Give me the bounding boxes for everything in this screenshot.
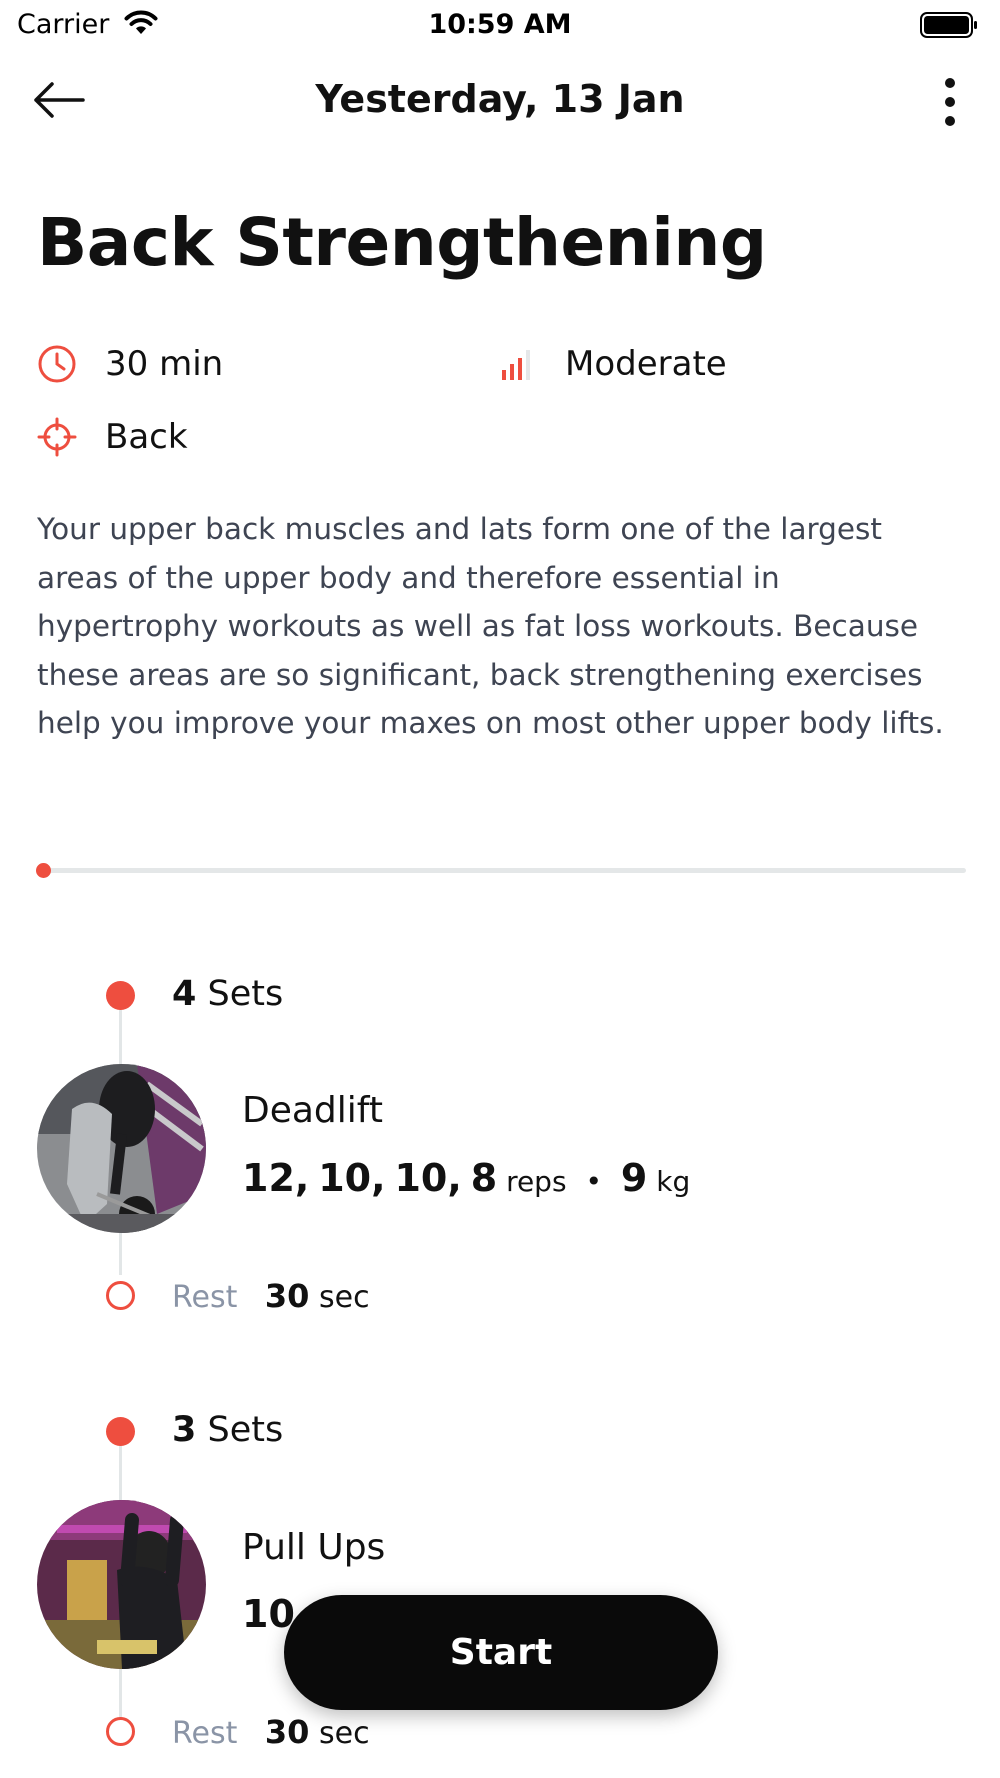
rest-value: 30	[264, 1713, 310, 1751]
workout-progress-track	[40, 868, 966, 873]
difficulty-text: Moderate	[565, 344, 727, 384]
rest-row: Rest 30 sec	[172, 1277, 370, 1315]
weight-unit: kg	[656, 1165, 691, 1198]
target-meta: Back	[37, 417, 188, 457]
rest-unit: sec	[318, 1716, 370, 1751]
reps-value: 10	[318, 1156, 372, 1200]
sets-label: 4 Sets	[172, 974, 283, 1014]
sets-count: 4	[172, 974, 197, 1014]
separator-dot: •	[585, 1165, 602, 1198]
rest-timeline-dot	[106, 1281, 135, 1310]
target-text: Back	[105, 417, 188, 457]
sets-count: 3	[172, 1410, 197, 1450]
reps-value: 12	[242, 1156, 295, 1200]
timeline-dot	[106, 1417, 135, 1446]
exercise-thumbnail-pull-ups[interactable]	[37, 1500, 206, 1669]
more-vertical-icon	[945, 78, 955, 126]
reps-value: 10	[242, 1592, 295, 1636]
sets-text: Sets	[207, 974, 284, 1014]
rest-row: Rest 30 sec	[172, 1713, 370, 1751]
difficulty-meta: Moderate	[497, 344, 727, 384]
deadlift-photo	[37, 1064, 206, 1233]
exercise-detail: 12, 10, 10, 8 reps • 9 kg	[242, 1156, 691, 1200]
exercise-thumbnail-deadlift[interactable]	[37, 1064, 206, 1233]
pull-ups-photo	[37, 1500, 206, 1669]
reps-unit: reps	[506, 1165, 567, 1198]
workout-description: Your upper back muscles and lats form on…	[37, 512, 944, 740]
exercise-name: Deadlift	[242, 1090, 383, 1131]
reps-value: 8	[470, 1156, 498, 1200]
timeline-dot	[106, 981, 135, 1010]
rest-unit: sec	[318, 1280, 370, 1315]
rest-value: 30	[264, 1277, 310, 1315]
navigation-bar: Yesterday, 13 Jan	[0, 60, 1000, 140]
duration-meta: 30 min	[37, 344, 223, 384]
rest-timeline-dot	[106, 1717, 135, 1746]
exercise-detail: 10	[242, 1592, 295, 1636]
workout-progress-indicator	[36, 863, 51, 878]
weight-value: 9	[620, 1156, 648, 1200]
status-bar: Carrier 10:59 AM	[0, 0, 1000, 50]
status-time: 10:59 AM	[428, 9, 572, 40]
workout-title: Back Strengthening	[37, 204, 767, 281]
duration-text: 30 min	[105, 344, 224, 384]
sets-text: Sets	[207, 1410, 284, 1450]
rest-label: Rest	[172, 1280, 238, 1315]
reps-value: 10	[394, 1156, 448, 1200]
exercise-name: Pull Ups	[242, 1527, 386, 1568]
signal-bars-icon	[497, 344, 537, 384]
sets-label: 3 Sets	[172, 1410, 283, 1450]
crosshair-icon	[37, 417, 77, 457]
nav-title: Yesterday, 13 Jan	[315, 77, 685, 121]
start-button[interactable]: Start	[284, 1595, 718, 1710]
battery-icon	[920, 12, 978, 42]
more-options-button[interactable]	[930, 74, 970, 130]
rest-label: Rest	[172, 1716, 238, 1751]
clock-icon	[37, 344, 77, 384]
